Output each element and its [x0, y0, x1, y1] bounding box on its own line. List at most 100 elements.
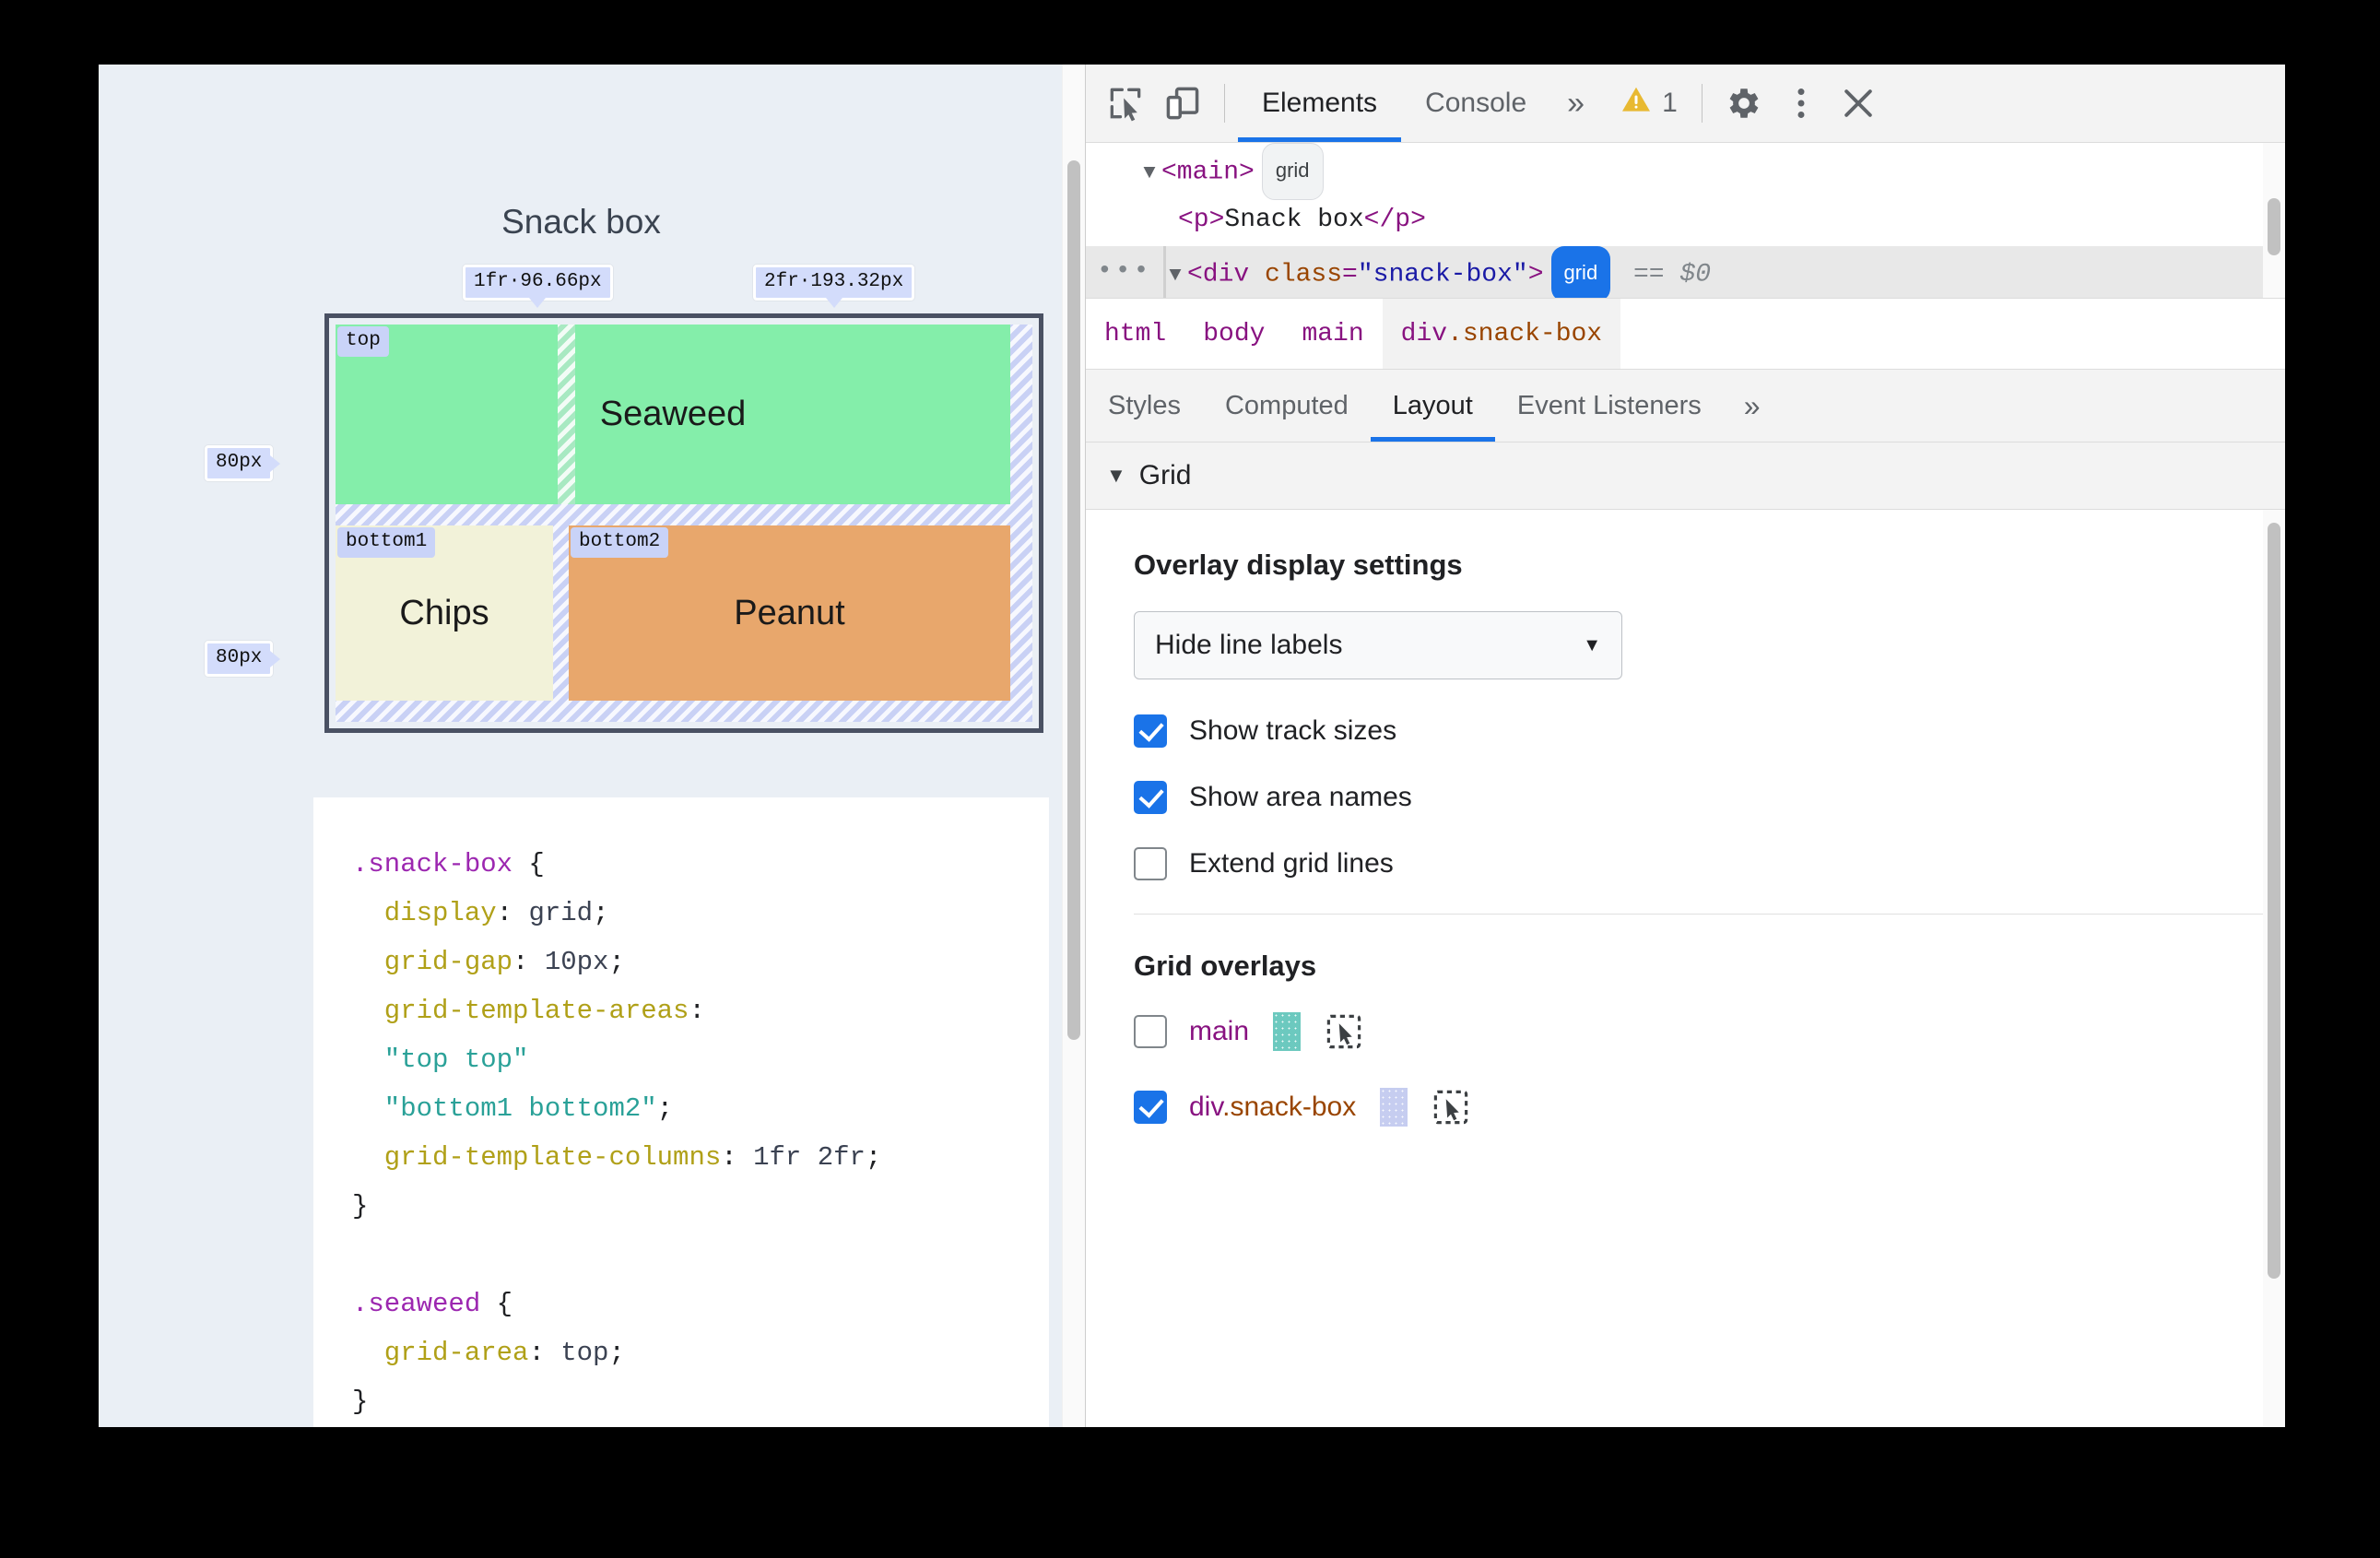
checkbox-show-area-names[interactable]: Show area names [1134, 781, 2285, 814]
grid-cell-seaweed-label: Seaweed [599, 395, 747, 433]
code-token: 1fr 2fr [753, 1142, 866, 1173]
dom-tree[interactable]: ▼ <main> grid <p>Snack box</p> ••• ▼ <div clas… [1086, 143, 2285, 299]
tab-layout[interactable]: Layout [1370, 370, 1495, 442]
grid-badge[interactable]: grid [1261, 143, 1324, 200]
code-token: } [352, 1387, 369, 1417]
grid-section-header[interactable]: ▼ Grid [1086, 443, 2285, 510]
breadcrumb-item-html[interactable]: html [1086, 299, 1184, 369]
breadcrumb-item-div-snack-box[interactable]: div .snack-box [1382, 299, 1621, 369]
dom-token: = [1342, 260, 1358, 289]
breadcrumb-item-body[interactable]: body [1184, 299, 1283, 369]
tab-event-listeners[interactable]: Event Listeners [1495, 370, 1724, 442]
sidebar-tabs[interactable]: Styles Computed Layout Event Listeners » [1086, 370, 2285, 443]
code-token: : [689, 996, 705, 1026]
code-token: grid [528, 898, 594, 928]
checkbox-show-track-sizes[interactable]: Show track sizes [1134, 714, 2285, 748]
grid-overlay-item-snack-box[interactable]: div.snack-box [1134, 1088, 2285, 1127]
dom-tree-row[interactable]: ▼ <main> grid [1086, 143, 2285, 200]
checkbox-icon-checked[interactable] [1134, 781, 1167, 814]
tab-console[interactable]: Console [1401, 65, 1550, 142]
dom-row-ellipsis-icon[interactable]: ••• [1097, 246, 1151, 298]
line-labels-select-value: Hide line labels [1155, 630, 1343, 660]
more-options-icon[interactable] [1773, 75, 1830, 132]
select-element-icon[interactable] [1325, 1012, 1363, 1051]
grid-area-name-bottom2: bottom2 [571, 527, 669, 559]
code-token: : [528, 1338, 561, 1368]
layout-scrollbar-thumb[interactable] [2268, 523, 2280, 1279]
dom-tree-row[interactable]: <p>Snack box</p> [1086, 195, 2285, 246]
tab-styles[interactable]: Styles [1086, 370, 1203, 442]
checkbox-icon-checked[interactable] [1134, 714, 1167, 748]
grid-track-size-label-col1: 1fr·96.66px [463, 265, 613, 309]
layout-scrollbar-track[interactable] [2263, 510, 2285, 1427]
dom-token: </p> [1363, 206, 1426, 234]
grid-overlay-item-main[interactable]: main [1134, 1012, 2285, 1051]
checkbox-icon-unchecked[interactable] [1134, 1015, 1167, 1048]
code-token: grid-gap [352, 947, 513, 977]
dom-tree-row[interactable]: ••• ▼ <div class="snack-box"> grid == $0 [1086, 246, 2285, 298]
checkbox-show-area-names-label: Show area names [1189, 782, 1412, 812]
tab-elements[interactable]: Elements [1238, 65, 1402, 142]
section-divider [1134, 914, 2285, 915]
tab-elements-label: Elements [1262, 88, 1378, 118]
dom-tree-scrollbar-thumb[interactable] [2268, 198, 2280, 255]
disclosure-triangle-icon[interactable]: ▼ [1163, 250, 1187, 298]
viewport-scrollbar-thumb[interactable] [1067, 160, 1080, 1040]
select-element-icon[interactable] [1432, 1088, 1470, 1127]
toolbar-divider-2 [1701, 84, 1703, 123]
label-pointer [270, 650, 281, 667]
grid-badge[interactable]: grid [1550, 246, 1611, 298]
track-size-row1-text: 80px [216, 452, 263, 473]
overlay-class: .snack-box [1222, 1092, 1357, 1122]
dom-token: <p> [1178, 206, 1225, 234]
dom-token: Snack box [1224, 206, 1364, 234]
grid-overlay-diagram: Seaweed Chips Peanut 1fr·96.66px 2fr·193… [205, 265, 1043, 733]
checkbox-show-track-sizes-label: Show track sizes [1189, 715, 1397, 746]
code-token: top [560, 1338, 609, 1368]
breadcrumb-item-main[interactable]: main [1283, 299, 1382, 369]
code-token: ; [608, 1338, 625, 1368]
checkbox-extend-grid-lines-label: Extend grid lines [1189, 848, 1394, 879]
color-swatch[interactable] [1273, 1012, 1302, 1051]
overlay-tag: main [1189, 1016, 1250, 1046]
dom-tree-scrollbar-track[interactable] [2263, 143, 2285, 298]
checkbox-extend-grid-lines[interactable]: Extend grid lines [1134, 847, 2285, 880]
grid-area-name-top: top [337, 326, 389, 358]
warning-triangle-icon [1620, 83, 1653, 124]
track-size-col2-text: 2fr·193.32px [764, 271, 904, 292]
code-token: { [513, 849, 545, 879]
close-icon[interactable] [1830, 75, 1887, 132]
gear-icon[interactable] [1715, 75, 1773, 132]
checkbox-icon-checked[interactable] [1134, 1091, 1167, 1124]
code-token: ; [865, 1142, 882, 1173]
inspect-element-icon[interactable] [1097, 75, 1154, 132]
page-viewport: Snack box Seaweed Chips Peanut 1fr·96.66… [99, 65, 1085, 1427]
code-token: grid-template-areas [352, 996, 689, 1026]
sidebar-more-tabs-icon[interactable]: » [1724, 370, 1781, 442]
dom-token: > [1527, 260, 1544, 289]
code-token: grid-template-columns [352, 1142, 722, 1173]
page-title: Snack box [501, 203, 661, 241]
code-token: } [352, 1191, 369, 1222]
grid-track-size-label-col2: 2fr·193.32px [753, 265, 915, 309]
more-tabs-icon[interactable]: » [1550, 86, 1601, 122]
code-token: : [513, 947, 545, 977]
line-labels-select[interactable]: Hide line labels ▼ [1134, 611, 1622, 679]
dom-token: "snack-box" [1357, 260, 1528, 289]
disclosure-triangle-icon[interactable]: ▼ [1137, 148, 1161, 199]
code-token: : [496, 898, 529, 928]
checkbox-icon-unchecked[interactable] [1134, 847, 1167, 880]
color-swatch[interactable] [1380, 1088, 1408, 1127]
breadcrumb[interactable]: html body main div .snack-box [1086, 299, 2285, 370]
device-toolbar-icon[interactable] [1154, 75, 1211, 132]
warning-indicator[interactable]: 1 [1601, 83, 1689, 124]
code-token: display [352, 898, 497, 928]
label-pointer [825, 298, 842, 309]
track-size-row2-text: 80px [216, 647, 263, 668]
viewport-scrollbar-track[interactable] [1062, 65, 1085, 1427]
code-token: .seaweed [352, 1289, 481, 1319]
grid-area-name-bottom1: bottom1 [337, 527, 436, 559]
tab-computed[interactable]: Computed [1203, 370, 1371, 442]
dom-tree-row[interactable]: <div class="chips">Chips</div> [1086, 298, 2285, 299]
css-code-block: .snack-box { display: grid; grid-gap: 10… [313, 797, 1049, 1426]
